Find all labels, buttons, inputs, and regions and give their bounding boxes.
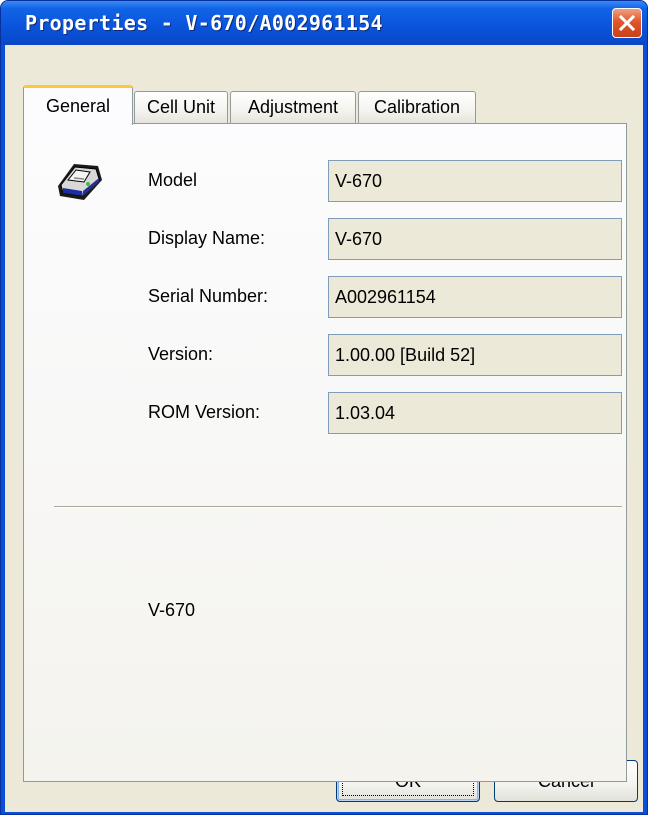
close-icon	[618, 14, 636, 32]
display-name-field: V-670	[328, 218, 622, 260]
serial-number-field: A002961154	[328, 276, 622, 318]
rom-version-field: 1.03.04	[328, 392, 622, 434]
window-title: Properties - V-670/A002961154	[25, 11, 383, 35]
tab-label: Adjustment	[247, 97, 339, 117]
tab-label: Calibration	[373, 97, 461, 117]
model-field: V-670	[328, 160, 622, 202]
device-description: V-670	[148, 600, 196, 620]
tab-general[interactable]: General	[23, 85, 133, 125]
tab-calibration[interactable]: Calibration	[358, 91, 476, 123]
version-label: Version:	[148, 344, 214, 364]
model-label: Model	[148, 170, 198, 190]
rom-version-label: ROM Version:	[148, 402, 261, 422]
properties-window: Properties - V-670/A002961154 General Ce…	[0, 0, 648, 815]
dialog-client-area: General Cell Unit Adjustment Calibration	[5, 45, 643, 812]
tab-label: General	[45, 96, 111, 116]
tab-label: Cell Unit	[146, 97, 216, 117]
separator	[54, 506, 622, 508]
version-field: 1.00.00 [Build 52]	[328, 334, 622, 376]
spectrophotometer-icon	[58, 164, 102, 200]
serial-number-label: Serial Number:	[148, 286, 269, 306]
tab-adjustment[interactable]: Adjustment	[230, 91, 356, 123]
close-button[interactable]	[612, 8, 642, 38]
display-name-label: Display Name:	[148, 228, 266, 248]
title-bar[interactable]: Properties - V-670/A002961154	[1, 1, 647, 45]
general-tab-panel: Model V-670 Display Name: V-670 Serial N…	[23, 123, 627, 782]
tab-cell-unit[interactable]: Cell Unit	[134, 91, 228, 123]
